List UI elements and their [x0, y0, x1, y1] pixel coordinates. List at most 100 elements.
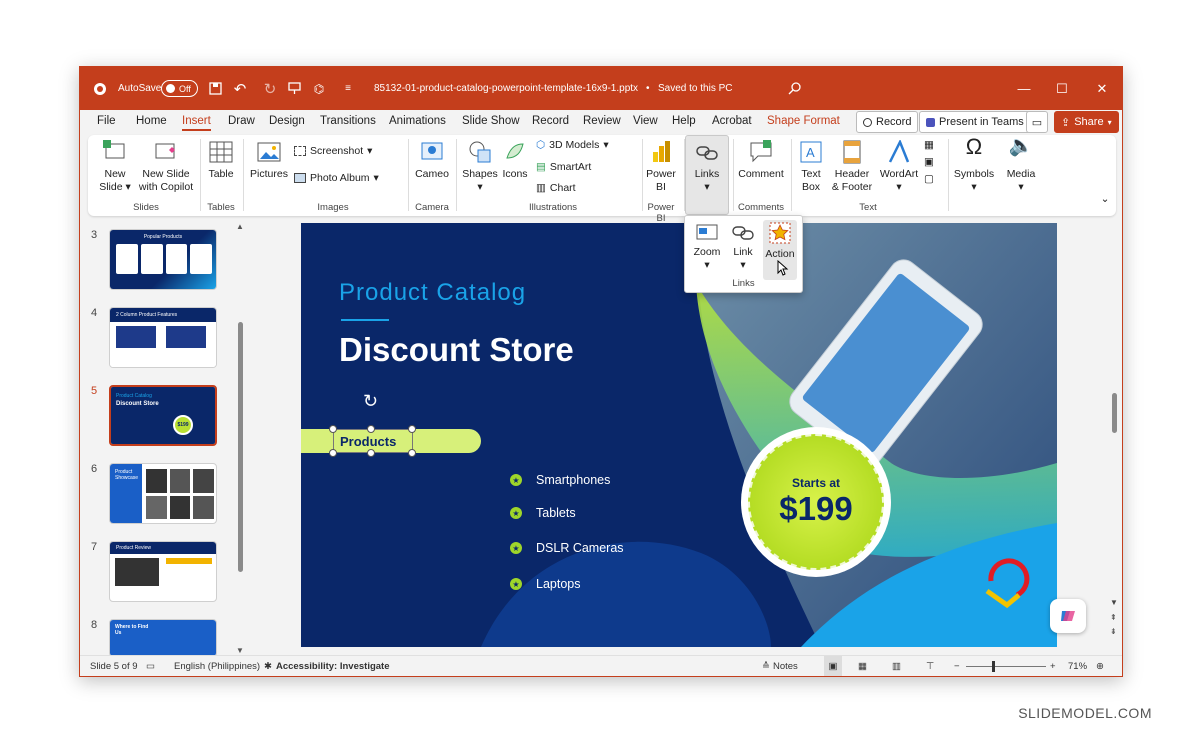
screenshot-button[interactable]: Screenshot ▾ [294, 145, 372, 157]
tab-insert[interactable]: Insert [182, 115, 211, 131]
scroll-down-icon[interactable]: ▼ [1110, 598, 1118, 607]
links-button[interactable]: Links ▾ [688, 140, 726, 194]
slide-thumbnail-6[interactable]: Product Showcase [109, 463, 217, 524]
tab-acrobat[interactable]: Acrobat [712, 115, 752, 127]
header-footer-button[interactable]: Header & Footer [830, 140, 874, 194]
tab-home[interactable]: Home [136, 115, 167, 127]
tab-slide-show[interactable]: Slide Show [462, 115, 520, 127]
fit-to-window-icon[interactable]: ⊕ [1096, 656, 1104, 676]
resize-handle[interactable] [408, 425, 416, 433]
link-button[interactable]: Link ▾ [727, 222, 759, 272]
wordart-button[interactable]: WordArt ▾ [878, 140, 920, 194]
close-icon[interactable]: ✕ [1082, 67, 1122, 110]
power-bi-button[interactable]: Power BI [646, 140, 676, 194]
reading-view-icon[interactable]: ▥ [892, 656, 901, 676]
new-slide-with-copilot-button[interactable]: New Slide with Copilot [138, 140, 194, 194]
bullet-item[interactable]: ★ Laptops [510, 577, 580, 591]
resize-handle[interactable] [367, 449, 375, 457]
tab-view[interactable]: View [633, 115, 658, 127]
chart-button[interactable]: ▥ Chart [536, 182, 576, 194]
new-slide-button[interactable]: New Slide ▾ [96, 140, 134, 194]
comments-button[interactable]: ▭ [1026, 111, 1048, 133]
cameo-button[interactable]: Cameo [414, 140, 450, 181]
smartart-button[interactable]: ▤ SmartArt [536, 161, 591, 173]
shapes-quick-icon[interactable]: ⌬ [309, 67, 329, 110]
previous-slide-icon[interactable]: ⇞ [1110, 613, 1117, 622]
tab-file[interactable]: File [97, 115, 116, 127]
group-label-slides: Slides [133, 202, 159, 213]
table-button[interactable]: Table [206, 140, 236, 181]
slide-thumbnail-3[interactable]: Popular Products [109, 229, 217, 290]
share-button[interactable]: ⇪ Share ▾ [1054, 111, 1119, 133]
undo-icon[interactable]: ↶ [230, 67, 250, 110]
slide-title[interactable]: Discount Store [339, 331, 574, 369]
rotate-handle-icon[interactable]: ↻ [363, 391, 378, 412]
3d-models-button[interactable]: ⬡ 3D Models ▾ [536, 139, 609, 151]
media-button[interactable]: 🔈 Media ▾ [1002, 136, 1040, 194]
tab-draw[interactable]: Draw [228, 115, 255, 127]
slide-number-icon[interactable]: ▣ [924, 156, 934, 168]
minimize-icon[interactable]: — [1004, 67, 1044, 110]
thumbnails-scrollbar[interactable] [238, 322, 243, 572]
present-icon[interactable] [284, 67, 304, 110]
slide-canvas[interactable]: Product Catalog Discount Store Products … [301, 223, 1057, 647]
editor-scrollbar[interactable] [1112, 393, 1117, 433]
price-badge[interactable]: Starts at $199 [741, 427, 891, 577]
resize-handle[interactable] [329, 449, 337, 457]
tab-help[interactable]: Help [672, 115, 696, 127]
object-icon[interactable]: ▢ [924, 173, 934, 185]
scroll-up-icon[interactable]: ▲ [236, 222, 244, 231]
save-icon[interactable] [205, 67, 225, 110]
slide-thumbnail-7[interactable]: Product Review [109, 541, 217, 602]
autosave-toggle[interactable]: Off [161, 80, 198, 97]
tab-design[interactable]: Design [269, 115, 305, 127]
bullet-item[interactable]: ★ Tablets [510, 506, 576, 520]
autosave-label: AutoSave [118, 83, 162, 94]
text-box-button[interactable]: A Text Box [796, 140, 826, 194]
resize-handle[interactable] [408, 449, 416, 457]
maximize-icon[interactable]: ☐ [1042, 67, 1082, 110]
ribbon-collapse-chevron-icon[interactable]: ⌄ [1098, 193, 1112, 206]
comment-button[interactable]: Comment [738, 140, 784, 181]
notes-button[interactable]: ≙ Notes [762, 656, 798, 676]
zoom-in-icon[interactable]: + [1050, 656, 1056, 676]
slide-kicker[interactable]: Product Catalog [339, 279, 526, 307]
slide-thumbnail-5[interactable]: Product Catalog Discount Store $199 [109, 385, 217, 446]
slide-counter[interactable]: Slide 5 of 9 [90, 656, 138, 676]
present-in-teams-button[interactable]: Present in Teams [919, 111, 1031, 133]
tab-transitions[interactable]: Transitions [320, 115, 376, 127]
zoom-out-icon[interactable]: − [954, 656, 960, 676]
tab-animations[interactable]: Animations [389, 115, 446, 127]
pictures-button[interactable]: Pictures [250, 140, 288, 181]
slide-thumbnail-8[interactable]: Where to Find Us [109, 619, 217, 657]
tab-record[interactable]: Record [532, 115, 569, 127]
accessibility-status[interactable]: ✱ Accessibility: Investigate [264, 656, 390, 676]
icons-button[interactable]: Icons [500, 140, 530, 181]
next-slide-icon[interactable]: ⇟ [1110, 627, 1117, 636]
zoom-slider[interactable] [966, 656, 1046, 676]
resize-handle[interactable] [367, 425, 375, 433]
shapes-button[interactable]: Shapes ▾ [462, 140, 498, 194]
redo-icon[interactable]: ↻ [260, 67, 280, 110]
scroll-down-icon[interactable]: ▼ [236, 646, 244, 655]
symbols-button[interactable]: Ω Symbols ▾ [952, 136, 996, 194]
slide-sorter-icon[interactable]: ▦ [858, 656, 867, 676]
spelling-icon[interactable]: ▭ [146, 656, 155, 676]
bullet-item[interactable]: ★ Smartphones [510, 473, 610, 487]
search-icon[interactable] [784, 67, 804, 110]
resize-handle[interactable] [329, 425, 337, 433]
tab-review[interactable]: Review [583, 115, 621, 127]
slide-thumbnail-4[interactable]: 2 Column Product Features [109, 307, 217, 368]
bullet-item[interactable]: ★ DSLR Cameras [510, 541, 624, 555]
copilot-button[interactable] [1050, 599, 1086, 633]
zoom-level[interactable]: 71% [1068, 656, 1087, 676]
slideshow-icon[interactable]: ⊤ [926, 656, 934, 676]
photo-album-button[interactable]: Photo Album ▾ [294, 172, 379, 184]
normal-view-icon[interactable]: ▣ [824, 656, 842, 676]
zoom-button[interactable]: Zoom ▾ [691, 222, 723, 272]
record-button[interactable]: Record [856, 111, 919, 133]
customize-toolbar-icon[interactable]: ≡ [338, 67, 358, 110]
language-status[interactable]: English (Philippines) [174, 656, 260, 676]
tab-shape-format[interactable]: Shape Format [767, 115, 840, 127]
date-time-icon[interactable]: ▦ [924, 139, 934, 151]
